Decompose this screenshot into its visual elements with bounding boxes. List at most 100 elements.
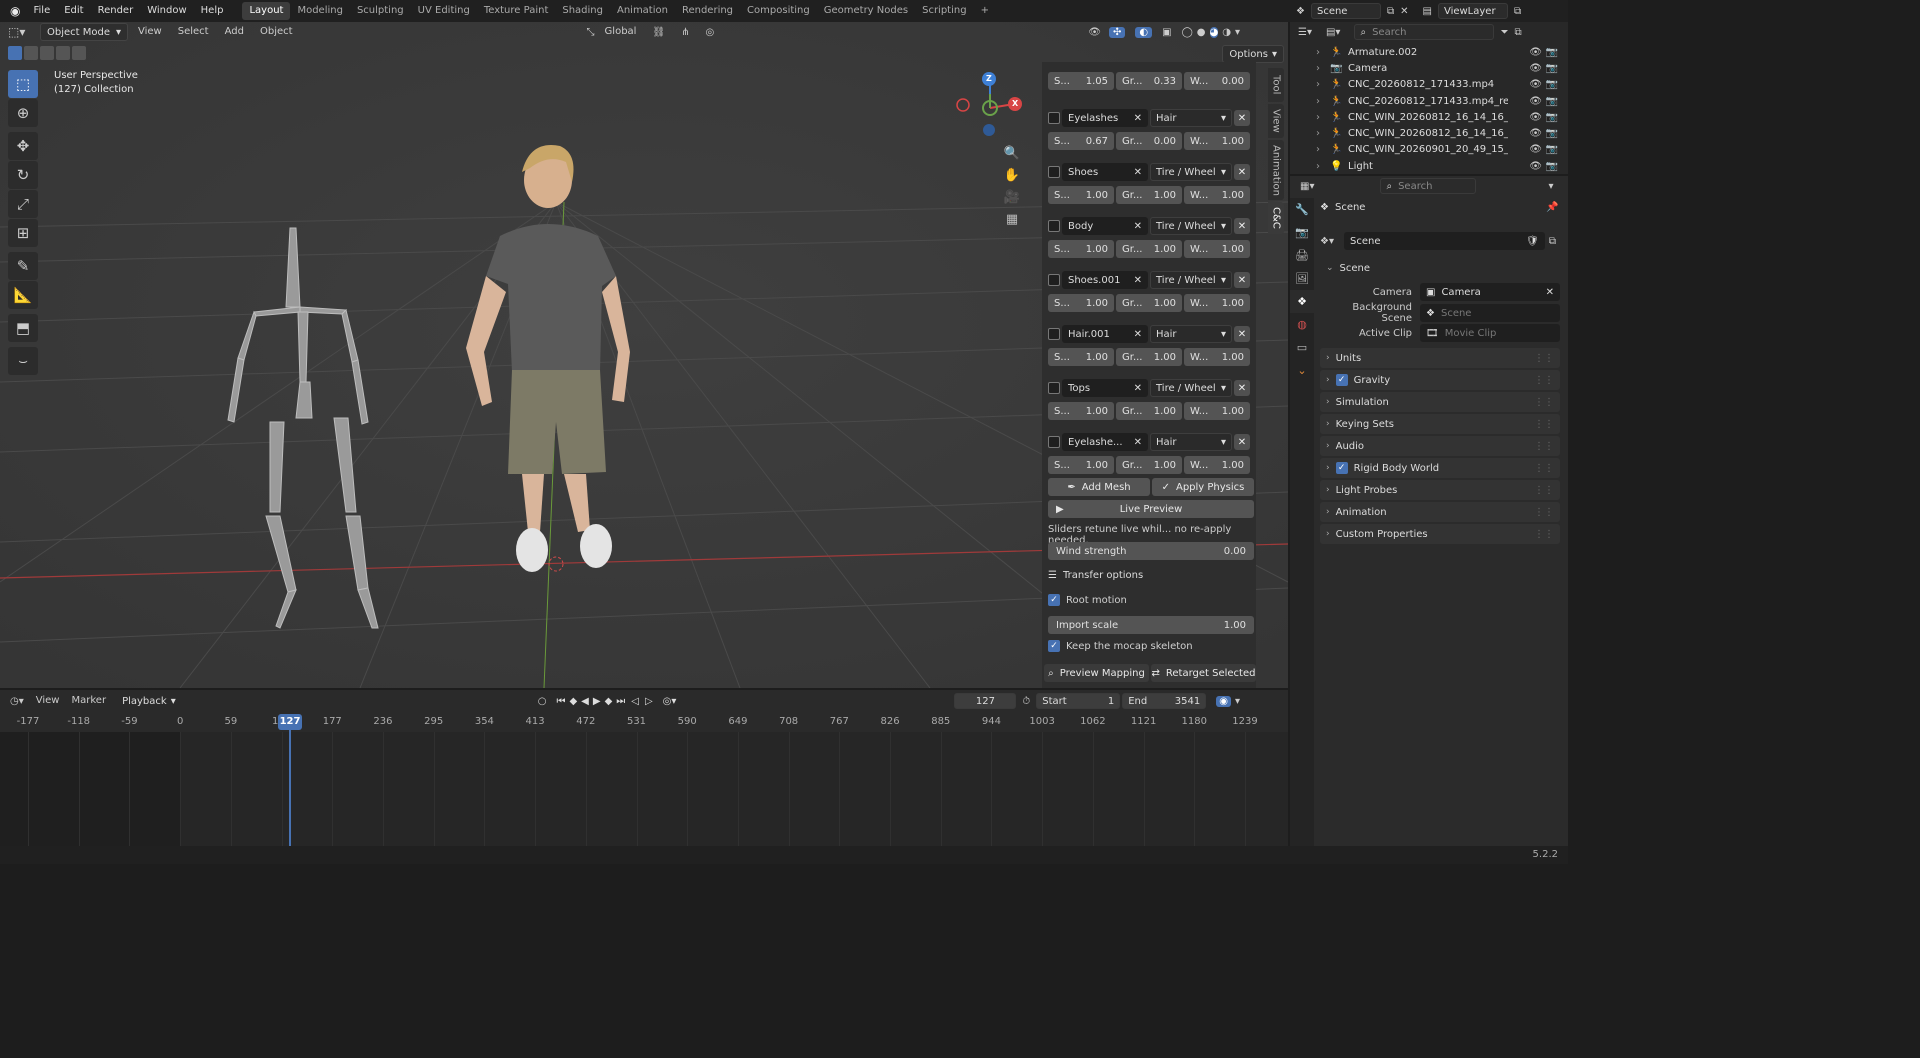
tab-tool[interactable]: Tool — [1268, 68, 1284, 102]
display-mode-icon[interactable]: ▤▾ — [1318, 27, 1348, 38]
strength-field[interactable]: S... 1.00 — [1048, 456, 1114, 474]
menu-edit[interactable]: Edit — [57, 0, 90, 22]
strength-field[interactable]: S... 1.00 — [1048, 348, 1114, 366]
wind-field[interactable]: W... 1.00 — [1184, 186, 1250, 204]
root-motion-checkbox[interactable]: ✓ Root motion — [1048, 594, 1127, 606]
slot-checkbox[interactable] — [1048, 328, 1060, 340]
pin-icon[interactable]: 📌 — [1546, 202, 1558, 213]
slot-type-dropdown[interactable]: Hair ▾ — [1150, 325, 1232, 343]
shading-wireframe-icon[interactable]: ◯ — [1182, 27, 1193, 38]
shading-options-icon[interactable]: ▾ — [1235, 27, 1240, 38]
shading-rendered-icon[interactable]: ◑ — [1222, 27, 1231, 38]
scene-panel-header[interactable]: ⌄ Scene — [1320, 258, 1560, 278]
panel-audio[interactable]: › Audio ⋮⋮ — [1320, 436, 1560, 456]
slot-name-field[interactable]: Eyelashe... ✕ — [1062, 433, 1148, 451]
clear-icon[interactable]: ✕ — [1134, 275, 1142, 286]
ortho-grid-icon[interactable]: ▦ — [1001, 208, 1023, 230]
outliner-search-input[interactable]: ⌕ Search — [1354, 24, 1495, 40]
play-icon[interactable]: ▶ — [591, 696, 603, 707]
outliner-item[interactable]: › 📷 Camera 👁 📷 — [1290, 60, 1568, 76]
slot-checkbox[interactable] — [1048, 274, 1060, 286]
snap-icon[interactable]: ⋔ — [675, 27, 695, 38]
measure-icon[interactable]: 📐 — [8, 281, 38, 309]
add-workspace-icon[interactable]: + — [974, 2, 996, 20]
render-tab-icon[interactable]: 📷 — [1290, 221, 1314, 244]
blender-logo-icon[interactable]: ◉ — [4, 4, 26, 18]
render-camera-icon[interactable]: 📷 — [1546, 47, 1558, 58]
render-camera-icon[interactable]: 📷 — [1546, 79, 1558, 90]
clear-icon[interactable]: ✕ — [1134, 167, 1142, 178]
gravity-field[interactable]: Gr... 1.00 — [1116, 294, 1182, 312]
scene-field[interactable]: Scene — [1310, 3, 1381, 19]
panel-custom-properties[interactable]: › Custom Properties ⋮⋮ — [1320, 524, 1560, 544]
start-frame-field[interactable]: Start 1 — [1036, 693, 1121, 709]
wind-field[interactable]: W... 1.00 — [1184, 402, 1250, 420]
proportional-edit-icon[interactable]: ◎ — [700, 27, 721, 38]
annotate-icon[interactable]: ✎ — [8, 252, 38, 280]
menu-help[interactable]: Help — [194, 0, 231, 22]
new-collection-icon[interactable]: ⧉ — [1514, 27, 1521, 38]
tab-uv-editing[interactable]: UV Editing — [411, 2, 477, 20]
clear-icon[interactable]: ✕ — [1134, 113, 1142, 124]
drag-handle-icon[interactable]: ⋮⋮ — [1534, 507, 1554, 518]
live-preview-button[interactable]: ▶ Live Preview — [1048, 500, 1254, 518]
viewlayer-field[interactable]: ViewLayer — [1437, 3, 1508, 19]
slot-checkbox[interactable] — [1048, 166, 1060, 178]
gravity-field[interactable]: Gr... 0.00 — [1116, 132, 1182, 150]
apply-physics-button[interactable]: ✓ Apply Physics — [1152, 478, 1254, 496]
wind-field[interactable]: W... 1.00 — [1184, 348, 1250, 366]
next-frame-icon[interactable]: ▷ — [643, 696, 655, 707]
jump-end-icon[interactable]: ⏭ — [614, 696, 627, 707]
tab-compositing[interactable]: Compositing — [740, 2, 817, 20]
menu-render[interactable]: Render — [91, 0, 141, 22]
timeline-menu-marker[interactable]: Marker — [65, 692, 112, 710]
panel-checkbox[interactable]: ✓ — [1335, 462, 1348, 474]
remove-slot-icon[interactable]: ✕ — [1234, 326, 1250, 342]
timeline-editor[interactable]: ◷▾ View Marker Playback ▾ ○ ⏮ ◆ ◀ ▶ ◆ ⏭ ◁… — [0, 690, 1288, 846]
wind-field[interactable]: W... 1.00 — [1184, 294, 1250, 312]
expand-chevron-icon[interactable]: › — [1316, 63, 1320, 74]
outliner-item[interactable]: › 🏃 Armature.002 👁 📷 — [1290, 44, 1568, 60]
world-tab-icon[interactable]: ◍ — [1290, 313, 1314, 336]
clear-icon[interactable]: ✕ — [1134, 437, 1142, 448]
menu-window[interactable]: Window — [140, 0, 193, 22]
panel-gravity[interactable]: › ✓ Gravity ⋮⋮ — [1320, 370, 1560, 390]
orientation-dropdown[interactable]: Global — [599, 23, 643, 41]
gravity-field[interactable]: Gr... 1.00 — [1116, 348, 1182, 366]
wind-field[interactable]: W... 1.00 — [1184, 132, 1250, 150]
slot-type-dropdown[interactable]: Hair ▾ — [1150, 109, 1232, 127]
render-camera-icon[interactable]: 📷 — [1546, 96, 1558, 107]
xray-icon[interactable]: ▣ — [1156, 27, 1177, 38]
rotate-icon[interactable]: ↻ — [8, 161, 38, 189]
drag-handle-icon[interactable]: ⋮⋮ — [1534, 419, 1554, 430]
eye-icon[interactable]: 👁 — [1529, 63, 1542, 74]
timeline-menu-view[interactable]: View — [30, 692, 66, 710]
new-viewlayer-icon[interactable]: ⧉ — [1508, 6, 1527, 17]
drag-handle-icon[interactable]: ⋮⋮ — [1534, 463, 1554, 474]
add-cube-icon[interactable]: ⬒ — [8, 314, 38, 342]
playhead-frame-label[interactable]: 127 — [278, 714, 302, 730]
timeline-editor-icon[interactable]: ◷▾ — [0, 696, 30, 707]
panel-checkbox[interactable]: ✓ — [1335, 374, 1348, 386]
remove-slot-icon[interactable]: ✕ — [1234, 272, 1250, 288]
filter-icon[interactable]: ⏷ — [1500, 27, 1508, 38]
panel-units[interactable]: › Units ⋮⋮ — [1320, 348, 1560, 368]
editor-type-icon[interactable]: ⬚▾ — [8, 25, 36, 39]
scene-datablock-field[interactable]: Scene 🛡 — [1344, 232, 1545, 250]
eye-icon[interactable]: 👁 — [1529, 161, 1542, 172]
scale-icon[interactable]: ⤢ — [8, 190, 38, 218]
zoom-icon[interactable]: 🔍 — [1001, 142, 1023, 164]
chevron-down-icon[interactable]: ▾ — [1548, 181, 1553, 192]
visibility-icon[interactable]: 👁 — [1084, 27, 1105, 38]
select-intersect-icon[interactable] — [72, 46, 86, 60]
menu-file[interactable]: File — [26, 0, 57, 22]
outliner-editor-icon[interactable]: ☰▾ — [1298, 27, 1312, 38]
keep-skeleton-checkbox[interactable]: ✓ Keep the mocap skeleton — [1048, 640, 1193, 652]
remove-slot-icon[interactable]: ✕ — [1234, 434, 1250, 450]
prev-frame-icon[interactable]: ◁ — [627, 696, 643, 707]
preview-mapping-button[interactable]: ⌕ Preview Mapping — [1044, 664, 1149, 682]
render-camera-icon[interactable]: 📷 — [1546, 161, 1558, 172]
panel-light-probes[interactable]: › Light Probes ⋮⋮ — [1320, 480, 1560, 500]
play-reverse-icon[interactable]: ◀ — [579, 696, 591, 707]
record-icon[interactable]: ○ — [530, 696, 555, 707]
